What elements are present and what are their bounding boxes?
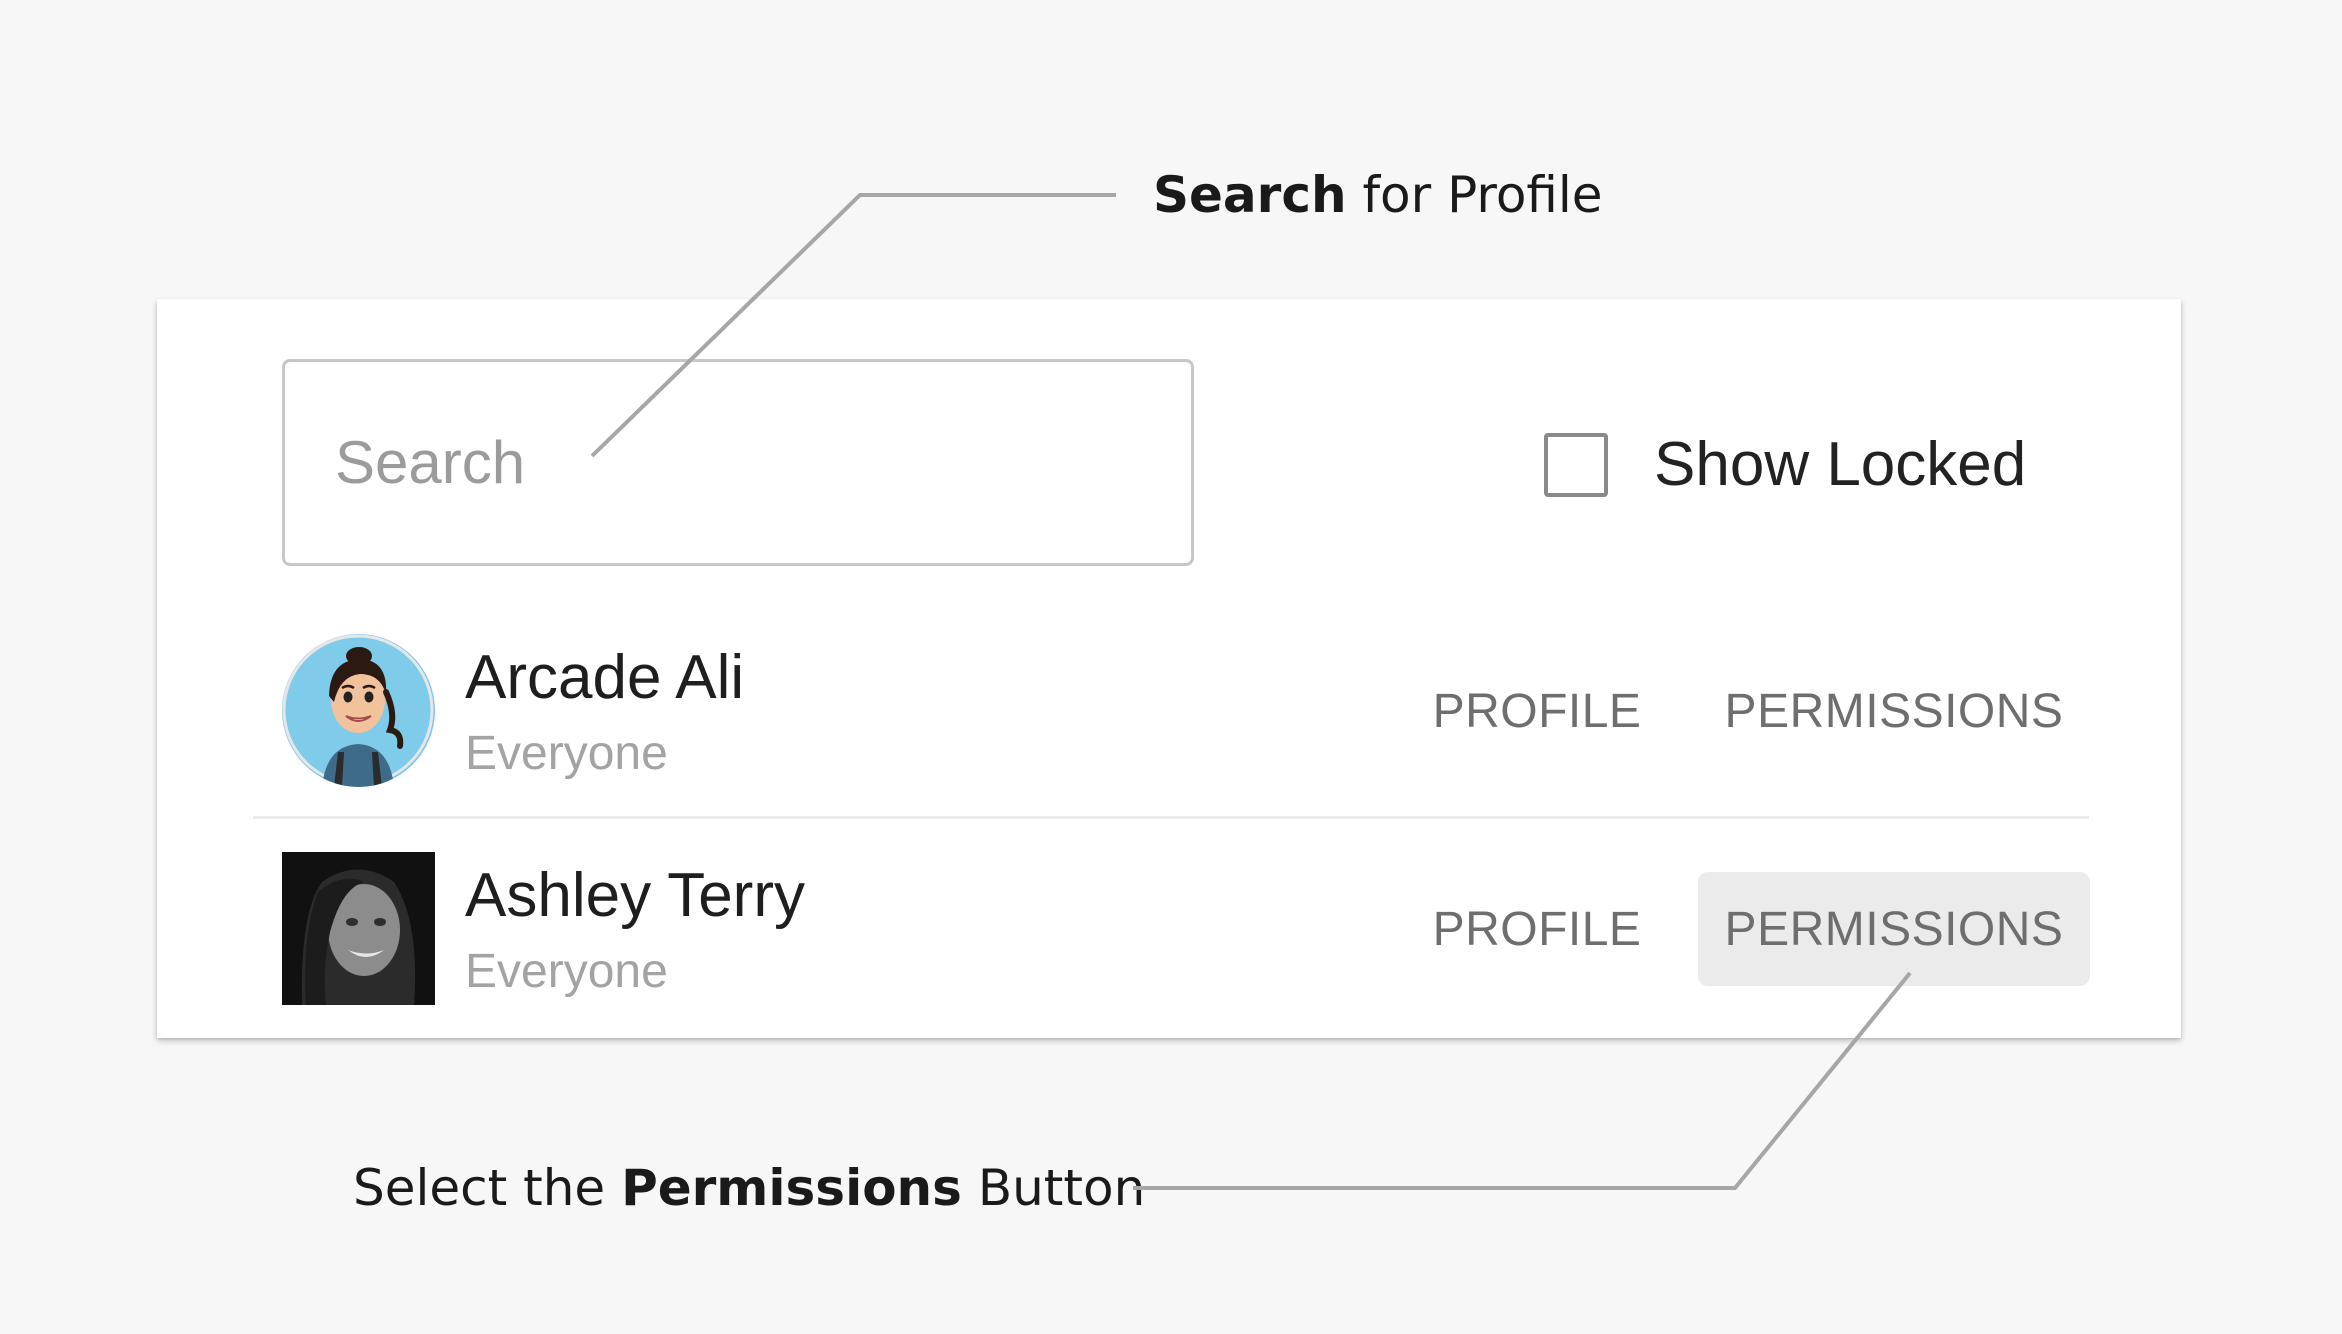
permissions-callout-post: Button	[961, 1159, 1146, 1217]
search-callout-bold: Search	[1153, 166, 1347, 224]
user-group: Everyone	[465, 945, 668, 998]
user-name: Ashley Terry	[465, 861, 805, 930]
show-locked-checkbox[interactable]	[1544, 432, 1608, 497]
search-field[interactable]	[282, 359, 1194, 566]
search-input[interactable]	[285, 428, 1191, 497]
profile-button[interactable]: PROFILE	[1433, 654, 1641, 768]
profile-button[interactable]: PROFILE	[1433, 872, 1641, 986]
user-list-panel: Show Locked Arcade Ali Everyone PROFILE …	[157, 299, 2181, 1038]
permissions-button[interactable]: PERMISSIONS	[1698, 872, 2090, 986]
photo-avatar-icon	[282, 852, 435, 1005]
avatar	[282, 634, 435, 787]
list-item: Ashley Terry Everyone PROFILE PERMISSION…	[157, 852, 2181, 1017]
show-locked-label: Show Locked	[1654, 430, 2027, 499]
show-locked-toggle[interactable]: Show Locked	[1544, 429, 2026, 500]
permissions-button[interactable]: PERMISSIONS	[1698, 654, 2090, 768]
search-callout-text: for Profile	[1346, 166, 1603, 224]
permissions-callout-pre: Select the	[353, 1159, 622, 1217]
row-divider	[253, 816, 2089, 819]
cartoon-avatar-icon	[282, 634, 434, 787]
user-group: Everyone	[465, 727, 668, 780]
user-name: Arcade Ali	[465, 643, 745, 712]
avatar	[282, 852, 435, 1005]
permissions-callout: Select the Permissions Button	[353, 1163, 1145, 1213]
list-item: Arcade Ali Everyone PROFILE PERMISSIONS	[157, 634, 2181, 799]
search-callout: Search for Profile	[1153, 170, 1603, 220]
permissions-callout-bold: Permissions	[621, 1159, 962, 1217]
